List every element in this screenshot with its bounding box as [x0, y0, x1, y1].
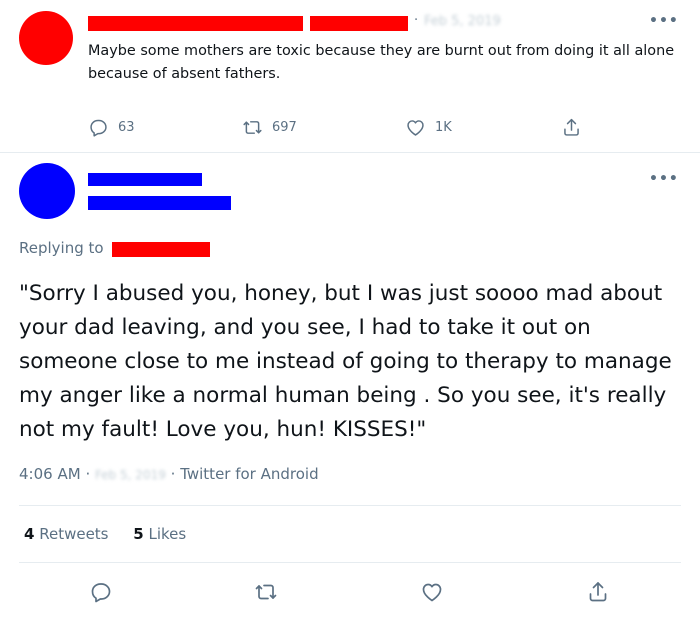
- retweet-count: 697: [272, 120, 297, 135]
- tweet-date[interactable]: Feb 5, 2019: [95, 468, 166, 482]
- more-options-icon[interactable]: •••: [649, 13, 679, 29]
- retweet-button[interactable]: 697: [242, 117, 297, 138]
- tweet-metadata: 4:06 AM · Feb 5, 2019 · Twitter for Andr…: [19, 465, 319, 483]
- retweet-button[interactable]: [254, 580, 278, 608]
- reply-icon: [91, 583, 111, 603]
- avatar[interactable]: [19, 11, 73, 65]
- redacted-username[interactable]: [310, 16, 408, 31]
- reply-icon: [90, 119, 107, 137]
- more-options-icon[interactable]: •••: [649, 171, 679, 187]
- share-icon: [564, 118, 579, 136]
- retweet-icon: [255, 584, 277, 600]
- share-button[interactable]: [561, 117, 582, 138]
- separator-dot: ·: [170, 465, 181, 483]
- share-button[interactable]: [586, 580, 610, 608]
- reply-button[interactable]: [89, 580, 113, 608]
- heart-icon: [407, 120, 424, 136]
- separator-dot: ·: [414, 13, 419, 28]
- heart-icon: [422, 583, 442, 602]
- like-count: 1K: [435, 120, 452, 135]
- stats-divider: [19, 562, 681, 563]
- metadata-divider: [19, 505, 681, 506]
- tweet-time[interactable]: 4:06 AM: [19, 465, 81, 483]
- like-button[interactable]: 1K: [405, 117, 452, 138]
- tweet-text: Maybe some mothers are toxic because the…: [88, 43, 675, 82]
- like-button[interactable]: [420, 580, 444, 608]
- retweets-count: 4: [24, 525, 35, 543]
- retweets-label: Retweets: [39, 525, 109, 543]
- tweet-stats: 4 Retweets 5 Likes: [24, 525, 186, 543]
- retweets-stat[interactable]: 4 Retweets: [24, 525, 113, 543]
- share-icon: [589, 582, 607, 602]
- redacted-username[interactable]: [88, 196, 231, 210]
- reply-button[interactable]: 63: [88, 117, 135, 138]
- likes-count: 5: [133, 525, 144, 543]
- tweet-text: "Sorry I abused you, honey, but I was ju…: [19, 281, 672, 442]
- reply-count: 63: [118, 120, 135, 135]
- tweet-timestamp[interactable]: Feb 5, 2019: [424, 14, 501, 29]
- tweet-divider: [0, 152, 700, 153]
- replying-to-label: Replying to: [19, 239, 104, 257]
- tweet-source[interactable]: Twitter for Android: [180, 465, 318, 483]
- redacted-display-name[interactable]: [88, 16, 303, 31]
- likes-stat[interactable]: 5 Likes: [133, 525, 186, 543]
- separator-dot: ·: [85, 465, 95, 483]
- likes-label: Likes: [148, 525, 187, 543]
- redacted-reply-handle[interactable]: [112, 242, 210, 257]
- redacted-display-name[interactable]: [88, 173, 202, 186]
- avatar[interactable]: [19, 163, 75, 219]
- retweet-icon: [243, 121, 262, 134]
